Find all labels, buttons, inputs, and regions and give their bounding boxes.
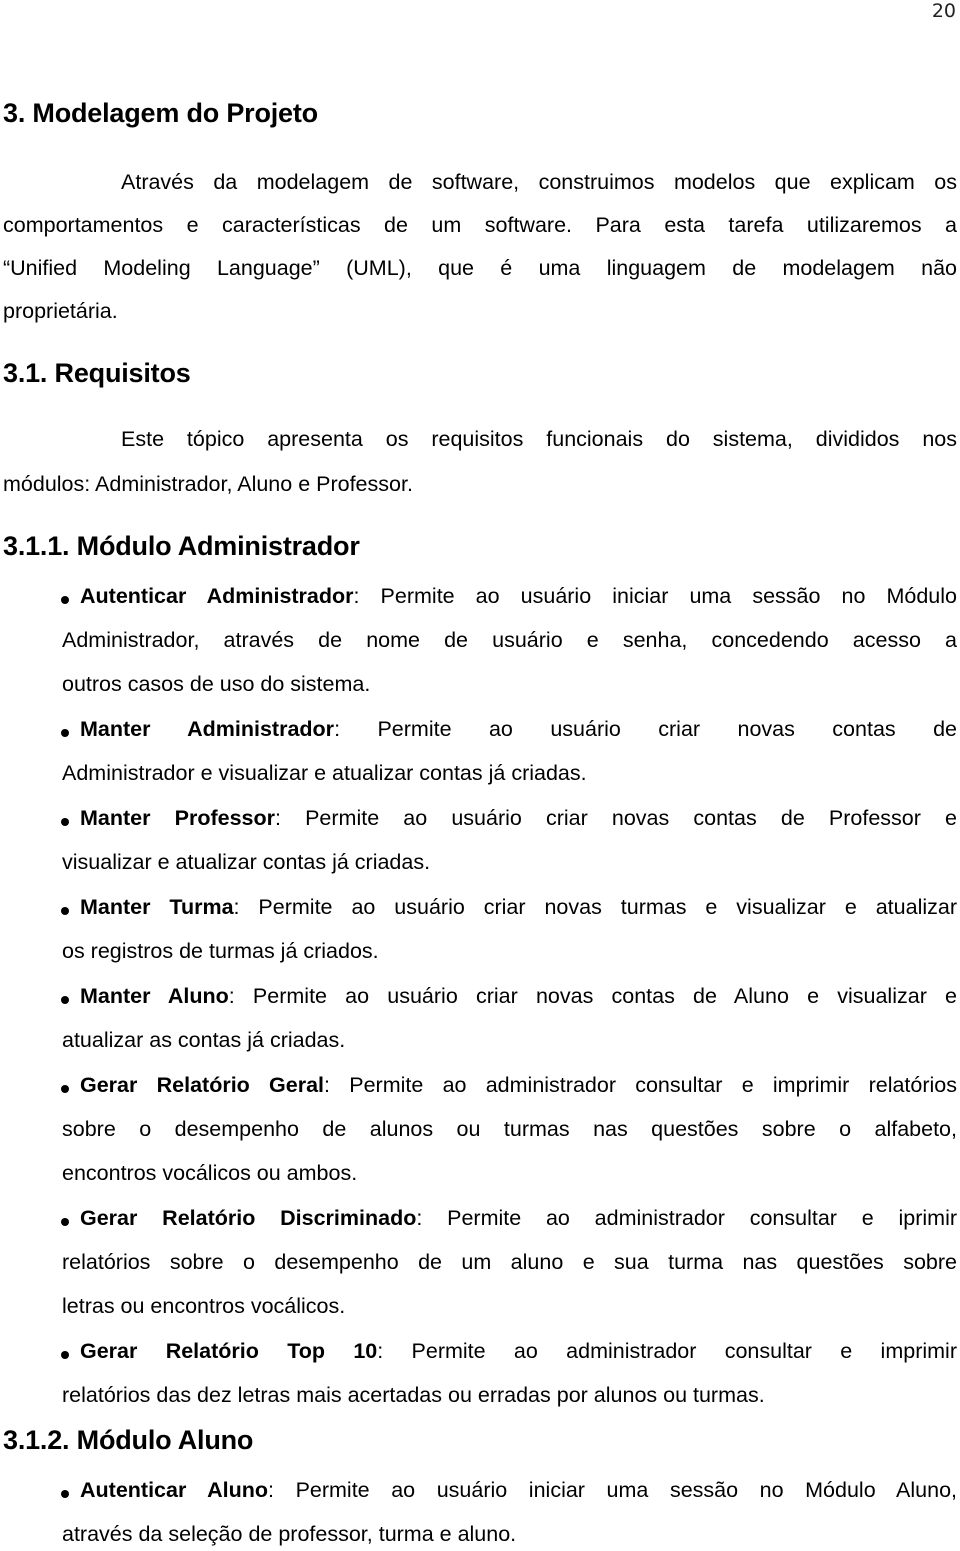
bullet-icon <box>61 596 69 604</box>
requirement-continuation-line: atualizar as contas já criadas. <box>62 1028 346 1052</box>
bullet-icon <box>61 1351 69 1359</box>
paragraph-line: comportamentos e características de um s… <box>3 213 957 237</box>
requirement-first-line: Manter Professor: Permite ao usuário cri… <box>80 806 957 831</box>
bullet-icon <box>61 1085 69 1093</box>
requirement-term: Autenticar Aluno <box>80 1478 269 1502</box>
bullet-icon <box>61 907 69 915</box>
requirement-continuation-line: os registros de turmas já criados. <box>62 939 379 963</box>
page-number: 20 <box>931 0 956 22</box>
requirement-continuation-line: encontros vocálicos ou ambos. <box>62 1161 358 1185</box>
requirement-continuation-line: visualizar e atualizar contas já criadas… <box>62 850 431 874</box>
requirement-term: Manter Professor <box>80 806 275 830</box>
requirement-description: : Permite ao usuário criar novas contas … <box>334 717 958 741</box>
requirement-description: : Permite ao usuário iniciar uma sessão … <box>268 1478 958 1502</box>
section-heading-3-1-2: 3.1.2. Módulo Aluno <box>3 1425 254 1455</box>
requirement-first-line: Manter Administrador: Permite ao usuário… <box>80 717 957 742</box>
requirement-description: : Permite ao administrador consultar e i… <box>324 1073 957 1097</box>
requirement-description: : Permite ao usuário criar novas contas … <box>228 984 957 1008</box>
requirement-term: Manter Turma <box>80 895 234 919</box>
requirement-term: Gerar Relatório Geral <box>80 1073 325 1097</box>
requirement-continuation-line: Administrador, através de nome de usuári… <box>62 628 957 652</box>
section-heading-3: 3. Modelagem do Projeto <box>3 98 318 128</box>
requirement-first-line: Manter Turma: Permite ao usuário criar n… <box>80 895 957 920</box>
requirement-continuation-line: Administrador e visualizar e atualizar c… <box>62 761 587 785</box>
requirement-term: Gerar Relatório Discriminado <box>80 1206 417 1230</box>
bullet-icon <box>61 1490 69 1498</box>
requirement-description: : Permite ao usuário iniciar uma sessão … <box>353 584 957 608</box>
requirement-continuation-line: letras ou encontros vocálicos. <box>62 1294 346 1318</box>
section-heading-3-1: 3.1. Requisitos <box>3 358 191 388</box>
section-heading-3-1-1: 3.1.1. Módulo Administrador <box>3 531 360 561</box>
bullet-icon <box>61 1218 69 1226</box>
requirement-first-line: Autenticar Aluno: Permite ao usuário ini… <box>80 1478 957 1503</box>
requirement-first-line: Gerar Relatório Discriminado: Permite ao… <box>80 1206 957 1231</box>
requirement-term: Manter Administrador <box>80 717 335 741</box>
paragraph-line: Através da modelagem de software, constr… <box>121 170 957 194</box>
paragraph-line: “Unified Modeling Language” (UML), que é… <box>3 256 957 280</box>
bullet-icon <box>61 996 69 1004</box>
requirement-continuation-line: através da seleção de professor, turma e… <box>62 1522 517 1546</box>
requirement-continuation-line: relatórios das dez letras mais acertadas… <box>62 1383 765 1407</box>
paragraph-line: proprietária. <box>3 299 118 323</box>
requirement-continuation-line: sobre o desempenho de alunos ou turmas n… <box>62 1117 957 1141</box>
requirement-first-line: Autenticar Administrador: Permite ao usu… <box>80 584 957 609</box>
paragraph-line: Este tópico apresenta os requisitos func… <box>121 427 957 451</box>
requirement-description: : Permite ao administrador consultar e i… <box>377 1339 957 1363</box>
requirement-term: Gerar Relatório Top 10 <box>80 1339 378 1363</box>
requirement-first-line: Gerar Relatório Geral: Permite ao admini… <box>80 1073 957 1098</box>
requirement-first-line: Manter Aluno: Permite ao usuário criar n… <box>80 984 957 1009</box>
requirement-term: Autenticar Administrador <box>80 584 354 608</box>
requirement-first-line: Gerar Relatório Top 10: Permite ao admin… <box>80 1339 957 1364</box>
bullet-icon <box>61 729 69 737</box>
requirement-term: Manter Aluno <box>80 984 229 1008</box>
requirement-description: : Permite ao administrador consultar e i… <box>416 1206 958 1230</box>
requirement-description: : Permite ao usuário criar novas turmas … <box>233 895 957 919</box>
bullet-icon <box>61 818 69 826</box>
requirement-continuation-line: outros casos de uso do sistema. <box>62 672 371 696</box>
requirement-continuation-line: relatórios sobre o desempenho de um alun… <box>62 1250 957 1274</box>
paragraph-line: módulos: Administrador, Aluno e Professo… <box>3 472 413 496</box>
requirement-description: : Permite ao usuário criar novas contas … <box>274 806 957 830</box>
